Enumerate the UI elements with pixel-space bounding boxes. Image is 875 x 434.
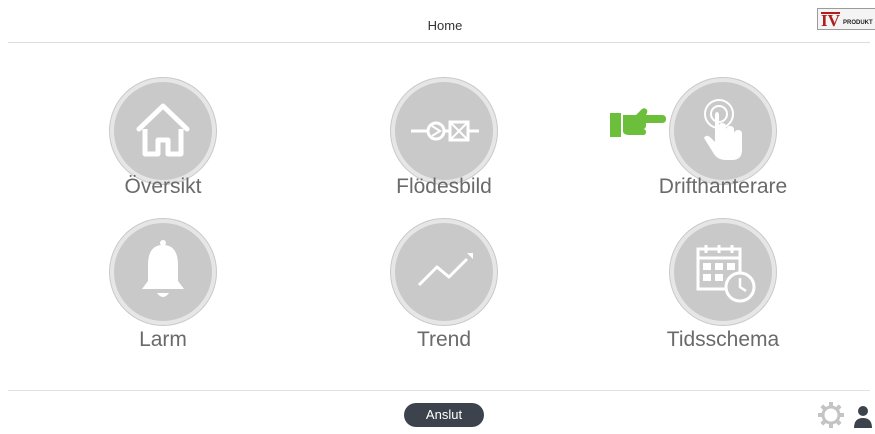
larm-icon-circle [110, 219, 216, 325]
footer-divider [8, 390, 870, 391]
oversikt-icon-circle [110, 78, 216, 184]
svg-text:PRODUKT: PRODUKT [843, 20, 873, 26]
touch-hand-icon [704, 99, 742, 160]
drifthanterare-icon-circle [670, 78, 776, 184]
connect-button[interactable]: Anslut [404, 403, 484, 427]
tile-label: Drifthanterare [658, 175, 788, 198]
flow-diagram-icon [411, 120, 479, 142]
trend-icon-circle [391, 219, 497, 325]
user-icon[interactable] [854, 405, 872, 433]
page-title: Home [427, 18, 463, 33]
tile-label: Tidsschema [666, 328, 780, 351]
brand-logo: IV PRODUKT [817, 8, 875, 30]
header-divider [8, 42, 870, 43]
gear-icon[interactable] [817, 401, 845, 434]
pointing-hand-icon [610, 105, 666, 144]
tile-label: Flödesbild [396, 175, 492, 198]
trend-line-icon [417, 253, 473, 287]
tile-trend[interactable]: Trend [339, 219, 549, 389]
house-icon [136, 103, 190, 157]
tile-larm[interactable]: Larm [58, 219, 268, 389]
bell-icon [142, 240, 184, 297]
flodesbild-icon-circle [391, 78, 497, 184]
tile-tidsschema[interactable]: Tidsschema [618, 219, 828, 389]
tile-label: Trend [416, 328, 472, 351]
calendar-clock-icon [696, 245, 756, 303]
tidsschema-icon-circle [670, 219, 776, 325]
tile-label: Översikt [124, 175, 202, 198]
tile-label: Larm [139, 328, 187, 351]
